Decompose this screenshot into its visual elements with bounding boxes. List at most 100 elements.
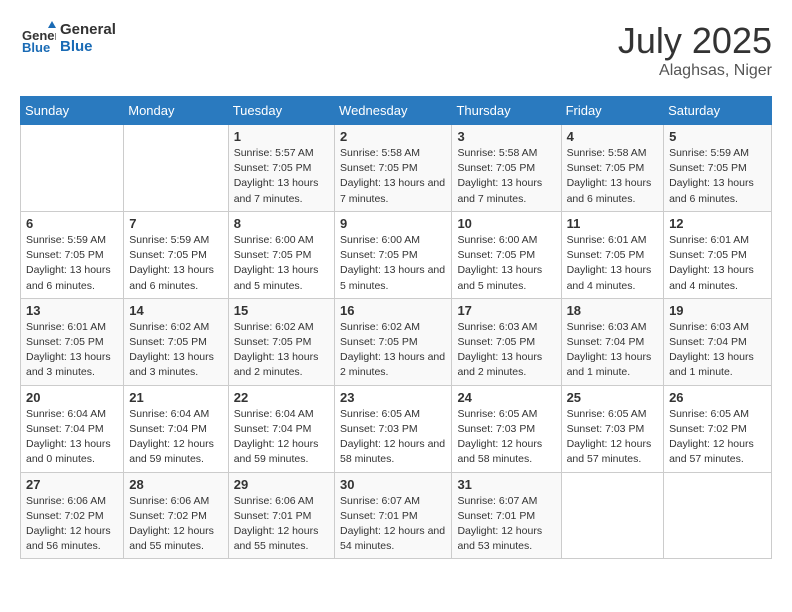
calendar-cell: 12 Sunrise: 6:01 AM Sunset: 7:05 PM Dayli… [664, 211, 772, 298]
day-number: 30 [340, 477, 446, 492]
calendar-cell: 25 Sunrise: 6:05 AM Sunset: 7:03 PM Dayli… [561, 385, 664, 472]
calendar-cell [21, 125, 124, 212]
day-info: Sunrise: 6:04 AM Sunset: 7:04 PM Dayligh… [26, 407, 118, 468]
day-number: 26 [669, 390, 766, 405]
day-number: 13 [26, 303, 118, 318]
calendar-cell: 19 Sunrise: 6:03 AM Sunset: 7:04 PM Dayli… [664, 298, 772, 385]
day-info: Sunrise: 6:06 AM Sunset: 7:02 PM Dayligh… [26, 494, 118, 555]
calendar-cell: 8 Sunrise: 6:00 AM Sunset: 7:05 PM Daylig… [228, 211, 334, 298]
location: Alaghsas, Niger [618, 62, 772, 80]
day-number: 14 [129, 303, 222, 318]
calendar-cell: 5 Sunrise: 5:59 AM Sunset: 7:05 PM Daylig… [664, 125, 772, 212]
day-info: Sunrise: 6:00 AM Sunset: 7:05 PM Dayligh… [457, 233, 555, 294]
day-number: 19 [669, 303, 766, 318]
calendar-cell: 15 Sunrise: 6:02 AM Sunset: 7:05 PM Dayli… [228, 298, 334, 385]
day-info: Sunrise: 6:05 AM Sunset: 7:03 PM Dayligh… [567, 407, 659, 468]
day-header-thursday: Thursday [452, 97, 561, 125]
day-number: 31 [457, 477, 555, 492]
day-info: Sunrise: 6:02 AM Sunset: 7:05 PM Dayligh… [340, 320, 446, 381]
logo-blue: Blue [60, 38, 116, 55]
calendar-cell: 23Sunrise: 6:05 AM Sunset: 7:03 PM Dayli… [335, 385, 452, 472]
day-number: 23 [340, 390, 446, 405]
day-number: 12 [669, 216, 766, 231]
calendar-cell: 31Sunrise: 6:07 AM Sunset: 7:01 PM Dayli… [452, 472, 561, 559]
day-header-monday: Monday [124, 97, 228, 125]
day-number: 4 [567, 129, 659, 144]
day-number: 16 [340, 303, 446, 318]
day-info: Sunrise: 6:06 AM Sunset: 7:02 PM Dayligh… [129, 494, 222, 555]
day-header-sunday: Sunday [21, 97, 124, 125]
calendar-cell: 2 Sunrise: 5:58 AM Sunset: 7:05 PM Daylig… [335, 125, 452, 212]
day-info: Sunrise: 6:04 AM Sunset: 7:04 PM Dayligh… [129, 407, 222, 468]
day-number: 21 [129, 390, 222, 405]
logo-general: General [60, 21, 116, 38]
day-info: Sunrise: 5:58 AM Sunset: 7:05 PM Dayligh… [457, 146, 555, 207]
calendar-cell: 22Sunrise: 6:04 AM Sunset: 7:04 PM Dayli… [228, 385, 334, 472]
day-info: Sunrise: 5:59 AM Sunset: 7:05 PM Dayligh… [669, 146, 766, 207]
calendar-cell: 10 Sunrise: 6:00 AM Sunset: 7:05 PM Dayli… [452, 211, 561, 298]
day-info: Sunrise: 6:01 AM Sunset: 7:05 PM Dayligh… [26, 320, 118, 381]
calendar-cell: 14Sunrise: 6:02 AM Sunset: 7:05 PM Dayli… [124, 298, 228, 385]
day-number: 6 [26, 216, 118, 231]
day-info: Sunrise: 6:00 AM Sunset: 7:05 PM Dayligh… [234, 233, 329, 294]
calendar-cell: 6 Sunrise: 5:59 AM Sunset: 7:05 PM Daylig… [21, 211, 124, 298]
day-number: 10 [457, 216, 555, 231]
calendar-cell: 21 Sunrise: 6:04 AM Sunset: 7:04 PM Dayli… [124, 385, 228, 472]
calendar-cell: 13 Sunrise: 6:01 AM Sunset: 7:05 PM Dayli… [21, 298, 124, 385]
day-info: Sunrise: 6:03 AM Sunset: 7:04 PM Dayligh… [669, 320, 766, 381]
day-number: 24 [457, 390, 555, 405]
calendar-cell: 24Sunrise: 6:05 AM Sunset: 7:03 PM Dayli… [452, 385, 561, 472]
day-info: Sunrise: 6:03 AM Sunset: 7:04 PM Dayligh… [567, 320, 659, 381]
day-info: Sunrise: 6:01 AM Sunset: 7:05 PM Dayligh… [669, 233, 766, 294]
day-number: 7 [129, 216, 222, 231]
page-header: General Blue General Blue July 2025 Alag… [20, 20, 772, 80]
calendar-table: SundayMondayTuesdayWednesdayThursdayFrid… [20, 96, 772, 559]
day-header-saturday: Saturday [664, 97, 772, 125]
day-number: 3 [457, 129, 555, 144]
calendar-cell: 17 Sunrise: 6:03 AM Sunset: 7:05 PM Dayli… [452, 298, 561, 385]
logo-icon: General Blue [20, 20, 56, 56]
day-info: Sunrise: 5:59 AM Sunset: 7:05 PM Dayligh… [129, 233, 222, 294]
logo: General Blue General Blue [20, 20, 116, 56]
calendar-cell: 27Sunrise: 6:06 AM Sunset: 7:02 PM Dayli… [21, 472, 124, 559]
day-info: Sunrise: 6:02 AM Sunset: 7:05 PM Dayligh… [234, 320, 329, 381]
day-number: 22 [234, 390, 329, 405]
day-info: Sunrise: 6:05 AM Sunset: 7:02 PM Dayligh… [669, 407, 766, 468]
day-info: Sunrise: 6:06 AM Sunset: 7:01 PM Dayligh… [234, 494, 329, 555]
day-number: 28 [129, 477, 222, 492]
calendar-cell: 26 Sunrise: 6:05 AM Sunset: 7:02 PM Dayli… [664, 385, 772, 472]
day-header-tuesday: Tuesday [228, 97, 334, 125]
days-header-row: SundayMondayTuesdayWednesdayThursdayFrid… [21, 97, 772, 125]
day-number: 29 [234, 477, 329, 492]
calendar-cell [124, 125, 228, 212]
calendar-cell: 30 Sunrise: 6:07 AM Sunset: 7:01 PM Dayli… [335, 472, 452, 559]
day-number: 11 [567, 216, 659, 231]
day-info: Sunrise: 5:59 AM Sunset: 7:05 PM Dayligh… [26, 233, 118, 294]
day-number: 25 [567, 390, 659, 405]
day-number: 17 [457, 303, 555, 318]
calendar-cell: 7 Sunrise: 5:59 AM Sunset: 7:05 PM Daylig… [124, 211, 228, 298]
day-number: 8 [234, 216, 329, 231]
day-info: Sunrise: 6:03 AM Sunset: 7:05 PM Dayligh… [457, 320, 555, 381]
calendar-cell: 18Sunrise: 6:03 AM Sunset: 7:04 PM Dayli… [561, 298, 664, 385]
month-title: July 2025 [618, 20, 772, 62]
day-info: Sunrise: 6:07 AM Sunset: 7:01 PM Dayligh… [340, 494, 446, 555]
day-info: Sunrise: 5:57 AM Sunset: 7:05 PM Dayligh… [234, 146, 329, 207]
day-info: Sunrise: 6:01 AM Sunset: 7:05 PM Dayligh… [567, 233, 659, 294]
week-row-1: 1 Sunrise: 5:57 AM Sunset: 7:05 PM Daylig… [21, 125, 772, 212]
week-row-3: 13 Sunrise: 6:01 AM Sunset: 7:05 PM Dayli… [21, 298, 772, 385]
calendar-cell: 16 Sunrise: 6:02 AM Sunset: 7:05 PM Dayli… [335, 298, 452, 385]
calendar-cell [664, 472, 772, 559]
day-info: Sunrise: 5:58 AM Sunset: 7:05 PM Dayligh… [340, 146, 446, 207]
day-info: Sunrise: 6:00 AM Sunset: 7:05 PM Dayligh… [340, 233, 446, 294]
day-header-friday: Friday [561, 97, 664, 125]
day-number: 15 [234, 303, 329, 318]
week-row-4: 20 Sunrise: 6:04 AM Sunset: 7:04 PM Dayli… [21, 385, 772, 472]
calendar-cell: 28 Sunrise: 6:06 AM Sunset: 7:02 PM Dayli… [124, 472, 228, 559]
day-number: 20 [26, 390, 118, 405]
day-number: 2 [340, 129, 446, 144]
day-number: 1 [234, 129, 329, 144]
day-number: 5 [669, 129, 766, 144]
title-block: July 2025 Alaghsas, Niger [618, 20, 772, 80]
calendar-cell: 29 Sunrise: 6:06 AM Sunset: 7:01 PM Dayli… [228, 472, 334, 559]
